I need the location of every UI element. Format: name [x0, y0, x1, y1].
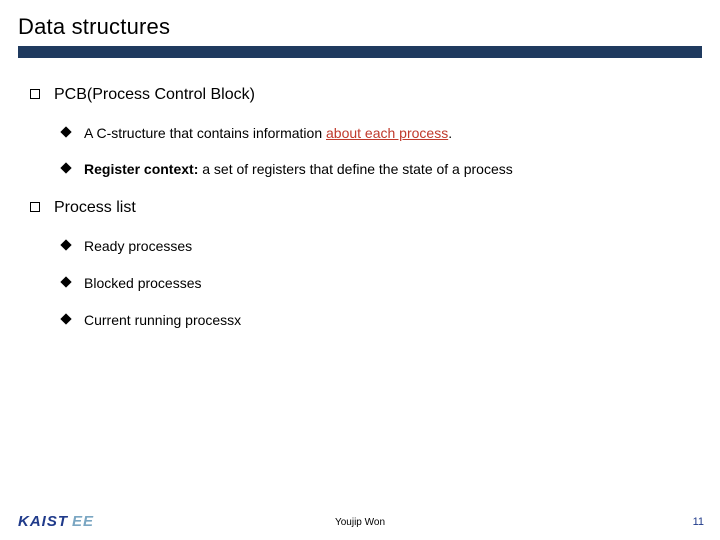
list-item: Blocked processes — [60, 274, 702, 293]
square-bullet-icon — [30, 89, 40, 99]
sublist: A C-structure that contains information … — [60, 124, 702, 180]
title-block: Data structures — [0, 0, 720, 58]
content-area: PCB(Process Control Block) A C-structure… — [0, 58, 720, 330]
diamond-bullet-icon — [60, 313, 71, 324]
diamond-bullet-icon — [60, 276, 71, 287]
section-heading: PCB(Process Control Block) — [54, 84, 255, 106]
square-bullet-icon — [30, 202, 40, 212]
list-item: Register context: a set of registers tha… — [60, 160, 702, 179]
footer: KAISTEE Youjip Won 11 — [0, 506, 720, 530]
list-item: Process list — [30, 197, 702, 219]
diamond-bullet-icon — [60, 163, 71, 174]
slide-title: Data structures — [18, 14, 702, 40]
bold-text: Register context: — [84, 161, 198, 177]
bullet-text: Blocked processes — [84, 274, 202, 293]
text-run: . — [448, 125, 452, 141]
bullet-text: Current running processx — [84, 311, 241, 330]
section-heading: Process list — [54, 197, 136, 219]
diamond-bullet-icon — [60, 239, 71, 250]
highlight-text: about each process — [326, 125, 448, 141]
list-item: Current running processx — [60, 311, 702, 330]
sublist: Ready processes Blocked processes Curren… — [60, 237, 702, 330]
slide: Data structures PCB(Process Control Bloc… — [0, 0, 720, 540]
list-item: Ready processes — [60, 237, 702, 256]
text-run: a set of registers that define the state… — [198, 161, 512, 177]
bullet-text: Ready processes — [84, 237, 192, 256]
bullet-text: A C-structure that contains information … — [84, 124, 452, 143]
bullet-text: Register context: a set of registers tha… — [84, 160, 513, 179]
diamond-bullet-icon — [60, 126, 71, 137]
text-run: A C-structure that contains information — [84, 125, 326, 141]
page-number: 11 — [693, 516, 704, 528]
author-name: Youjip Won — [0, 517, 720, 528]
list-item: PCB(Process Control Block) — [30, 84, 702, 106]
title-underline-bar — [18, 46, 702, 58]
list-item: A C-structure that contains information … — [60, 124, 702, 143]
